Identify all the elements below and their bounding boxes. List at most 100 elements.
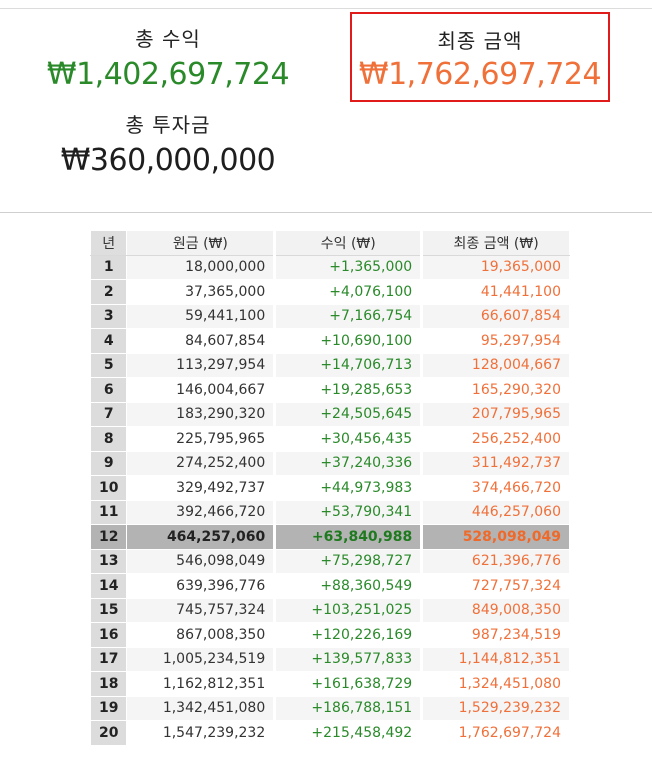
principal-cell: 745,757,324 — [126, 597, 276, 623]
final-amount-cell: 41,441,100 — [420, 279, 570, 305]
year-cell: 19 — [89, 695, 128, 721]
year-cell: 16 — [89, 622, 128, 648]
total-investment-value: ₩360,000,000 — [60, 143, 276, 178]
final-amount-cell: 374,466,720 — [420, 475, 570, 501]
principal-cell: 329,492,737 — [126, 475, 276, 501]
table-row: 5 113,297,954 +14,706,713 128,004,667 — [89, 352, 570, 378]
year-cell: 8 — [89, 426, 128, 452]
principal-cell: 546,098,049 — [126, 548, 276, 574]
final-amount-cell: 95,297,954 — [420, 328, 570, 354]
final-amount-cell: 19,365,000 — [420, 254, 570, 280]
final-amount-cell: 207,795,965 — [420, 401, 570, 427]
year-cell: 12 — [89, 524, 128, 550]
final-amount-cell: 1,762,697,724 — [420, 720, 570, 746]
year-cell: 3 — [89, 303, 128, 329]
table-row: 10 329,492,737 +44,973,983 374,466,720 — [89, 475, 570, 501]
principal-cell: 183,290,320 — [126, 401, 276, 427]
profit-cell: +139,577,833 — [273, 646, 423, 672]
table-row: 12 464,257,060 +63,840,988 528,098,049 — [89, 524, 570, 550]
final-amount-cell: 165,290,320 — [420, 377, 570, 403]
total-profit-summary: 총 수익 ₩1,402,697,724 — [40, 24, 296, 96]
year-cell: 18 — [89, 671, 128, 697]
total-profit-label: 총 수익 — [135, 27, 201, 51]
year-cell: 2 — [89, 279, 128, 305]
principal-cell: 639,396,776 — [126, 573, 276, 599]
final-amount-cell: 256,252,400 — [420, 426, 570, 452]
principal-cell: 225,795,965 — [126, 426, 276, 452]
profit-cell: +120,226,169 — [273, 622, 423, 648]
profit-cell: +75,298,727 — [273, 548, 423, 574]
principal-cell: 1,005,234,519 — [126, 646, 276, 672]
table-header-row: 년 원금 (₩) 수익 (₩) 최종 금액 (₩) — [89, 230, 570, 256]
yearly-growth-table: 년 원금 (₩) 수익 (₩) 최종 금액 (₩) 1 18,000,000 +1,… — [89, 230, 570, 746]
final-amount-cell: 849,008,350 — [420, 597, 570, 623]
profit-cell: +19,285,653 — [273, 377, 423, 403]
profit-cell: +53,790,341 — [273, 499, 423, 525]
year-cell: 20 — [89, 720, 128, 746]
header-profit: 수익 (₩) — [273, 230, 423, 256]
principal-cell: 1,162,812,351 — [126, 671, 276, 697]
year-cell: 9 — [89, 450, 128, 476]
table-row: 13 546,098,049 +75,298,727 621,396,776 — [89, 548, 570, 574]
final-amount-cell: 311,492,737 — [420, 450, 570, 476]
header-final: 최종 금액 (₩) — [420, 230, 570, 256]
table-row: 20 1,547,239,232 +215,458,492 1,762,697,724 — [89, 720, 570, 746]
table-row: 14 639,396,776 +88,360,549 727,757,324 — [89, 573, 570, 599]
header-principal: 원금 (₩) — [126, 230, 276, 256]
table-row: 6 146,004,667 +19,285,653 165,290,320 — [89, 377, 570, 403]
final-amount-label: 최종 금액 — [437, 29, 523, 53]
principal-cell: 1,547,239,232 — [126, 720, 276, 746]
final-amount-cell: 128,004,667 — [420, 352, 570, 378]
principal-cell: 146,004,667 — [126, 377, 276, 403]
principal-cell: 113,297,954 — [126, 352, 276, 378]
year-cell: 14 — [89, 573, 128, 599]
principal-cell: 84,607,854 — [126, 328, 276, 354]
year-cell: 17 — [89, 646, 128, 672]
profit-cell: +161,638,729 — [273, 671, 423, 697]
profit-cell: +14,706,713 — [273, 352, 423, 378]
profit-cell: +37,240,336 — [273, 450, 423, 476]
principal-cell: 1,342,451,080 — [126, 695, 276, 721]
year-cell: 5 — [89, 352, 128, 378]
table-row: 15 745,757,324 +103,251,025 849,008,350 — [89, 597, 570, 623]
final-amount-cell: 1,144,812,351 — [420, 646, 570, 672]
final-amount-cell: 1,324,451,080 — [420, 671, 570, 697]
profit-cell: +7,166,754 — [273, 303, 423, 329]
year-cell: 15 — [89, 597, 128, 623]
profit-cell: +186,788,151 — [273, 695, 423, 721]
final-amount-value: ₩1,762,697,724 — [358, 57, 602, 92]
principal-cell: 18,000,000 — [126, 254, 276, 280]
principal-cell: 392,466,720 — [126, 499, 276, 525]
total-profit-value: ₩1,402,697,724 — [46, 57, 290, 92]
table-body: 1 18,000,000 +1,365,000 19,365,000 2 37,365,0… — [89, 254, 570, 746]
header-year: 년 — [89, 230, 128, 256]
profit-cell: +1,365,000 — [273, 254, 423, 280]
final-amount-summary: 최종 금액 ₩1,762,697,724 — [350, 12, 610, 102]
profit-cell: +88,360,549 — [273, 573, 423, 599]
profit-cell: +103,251,025 — [273, 597, 423, 623]
year-cell: 7 — [89, 401, 128, 427]
section-divider — [0, 212, 652, 213]
final-amount-cell: 528,098,049 — [420, 524, 570, 550]
profit-cell: +4,076,100 — [273, 279, 423, 305]
final-amount-cell: 727,757,324 — [420, 573, 570, 599]
final-amount-cell: 66,607,854 — [420, 303, 570, 329]
table-row: 16 867,008,350 +120,226,169 987,234,519 — [89, 622, 570, 648]
year-cell: 11 — [89, 499, 128, 525]
year-cell: 10 — [89, 475, 128, 501]
year-cell: 13 — [89, 548, 128, 574]
principal-cell: 464,257,060 — [126, 524, 276, 550]
profit-cell: +63,840,988 — [273, 524, 423, 550]
table-row: 2 37,365,000 +4,076,100 41,441,100 — [89, 279, 570, 305]
profit-cell: +215,458,492 — [273, 720, 423, 746]
table-row: 3 59,441,100 +7,166,754 66,607,854 — [89, 303, 570, 329]
total-investment-summary: 총 투자금 ₩360,000,000 — [40, 110, 296, 182]
profit-cell: +30,456,435 — [273, 426, 423, 452]
year-cell: 4 — [89, 328, 128, 354]
principal-cell: 867,008,350 — [126, 622, 276, 648]
final-amount-cell: 446,257,060 — [420, 499, 570, 525]
table-row: 11 392,466,720 +53,790,341 446,257,060 — [89, 499, 570, 525]
table-row: 19 1,342,451,080 +186,788,151 1,529,239,232 — [89, 695, 570, 721]
final-amount-cell: 987,234,519 — [420, 622, 570, 648]
table-row: 1 18,000,000 +1,365,000 19,365,000 — [89, 254, 570, 280]
